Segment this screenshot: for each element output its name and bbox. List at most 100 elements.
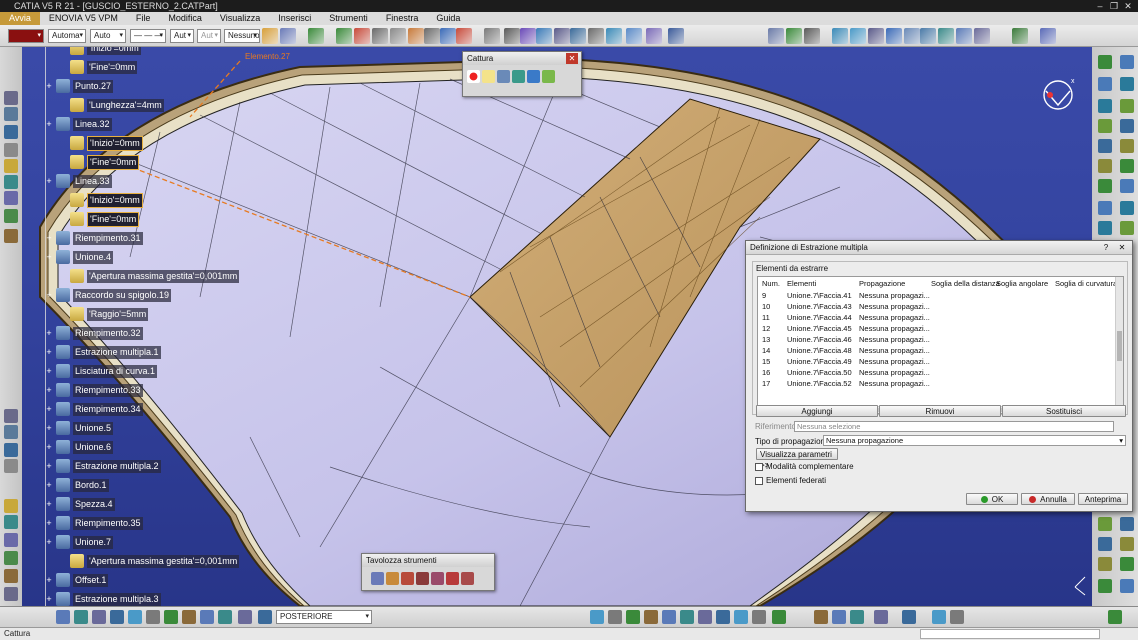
col-soglia-angolare[interactable]: Soglia angolare xyxy=(996,279,1048,288)
tree-node[interactable]: Riempimento.34 xyxy=(56,401,143,417)
left-tool-3-icon[interactable] xyxy=(4,125,18,139)
tool-palette[interactable]: Tavolozza strumenti xyxy=(361,553,495,591)
bottom-tool-14-icon[interactable] xyxy=(608,610,622,624)
col-num[interactable]: Num. xyxy=(762,279,780,288)
bottom-tool-18-icon[interactable] xyxy=(680,610,694,624)
tree-expand-icon[interactable]: + xyxy=(45,367,53,376)
toolbar-tool-3-icon[interactable] xyxy=(308,28,324,44)
bottom-tool-19-icon[interactable] xyxy=(698,610,712,624)
bottom-tool-9-icon[interactable] xyxy=(200,610,214,624)
left-tool-8-icon[interactable] xyxy=(4,209,18,223)
tree-node[interactable]: Raccordo su spigolo.19 xyxy=(56,287,172,303)
toolbar-tool-23-icon[interactable] xyxy=(768,28,784,44)
album-icon[interactable] xyxy=(512,70,525,83)
bottom-tool-31-icon[interactable] xyxy=(1108,610,1122,624)
options-icon[interactable] xyxy=(527,70,540,83)
minimize-icon[interactable]: – xyxy=(1094,1,1106,11)
tree-node[interactable]: 'Fine'=0mm xyxy=(70,154,140,170)
bottom-tool-7-icon[interactable] xyxy=(164,610,178,624)
view-select[interactable]: POSTERIORE ▾ xyxy=(276,610,372,624)
col-soglia-distanza[interactable]: Soglia della distanza xyxy=(931,279,1000,288)
toolbar-tool-11-icon[interactable] xyxy=(456,28,472,44)
menu-guida[interactable]: Guida xyxy=(427,12,469,25)
tree-node[interactable]: Lisciatura di curva.1 xyxy=(56,363,158,379)
line-type-select[interactable]: Automa ▾ xyxy=(48,29,86,43)
tree-expand-icon[interactable]: + xyxy=(45,291,53,300)
bottom-tool-23-icon[interactable] xyxy=(772,610,786,624)
maximize-icon[interactable]: ❐ xyxy=(1108,1,1120,11)
bottom-tool-13-icon[interactable] xyxy=(590,610,604,624)
table-row[interactable]: 9 Unione.7\Faccia.41 Nessuna propagazi... xyxy=(758,290,1118,301)
toolbar-tool-32-icon[interactable] xyxy=(938,28,954,44)
left-tool-11-icon[interactable] xyxy=(4,425,18,439)
bottom-tool-27-icon[interactable] xyxy=(874,610,888,624)
toolbar-tool-1-icon[interactable] xyxy=(262,28,278,44)
right-tool-24-icon[interactable] xyxy=(1120,557,1134,571)
tree-node[interactable]: 'Apertura massima gestita'=0,001mm xyxy=(70,268,240,284)
tree-node[interactable]: 'Fine'=0mm xyxy=(70,59,138,75)
bottom-tool-1-icon[interactable] xyxy=(56,610,70,624)
tree-node[interactable]: Spezza.4 xyxy=(56,496,115,512)
layer2-select[interactable]: Aut ▾ xyxy=(197,29,221,43)
toolbar-tool-22-icon[interactable] xyxy=(668,28,684,44)
left-tool-6-icon[interactable] xyxy=(4,175,18,189)
tree-node[interactable]: Estrazione multipla.2 xyxy=(56,458,161,474)
toolbar-tool-36-icon[interactable] xyxy=(1040,28,1056,44)
bottom-tool-26-icon[interactable] xyxy=(850,610,864,624)
toolbar-tool-13-icon[interactable] xyxy=(504,28,520,44)
tree-expand-icon[interactable]: + xyxy=(45,405,53,414)
right-tool-3-icon[interactable] xyxy=(1098,77,1112,91)
right-tool-4-icon[interactable] xyxy=(1120,77,1134,91)
bottom-tool-20-icon[interactable] xyxy=(716,610,730,624)
table-row[interactable]: 13 Unione.7\Faccia.46 Nessuna propagazi... xyxy=(758,334,1118,345)
save-capture-icon[interactable] xyxy=(542,70,555,83)
tree-node[interactable]: 'Inizio'=0mm xyxy=(70,47,141,56)
left-tool-16-icon[interactable] xyxy=(4,533,18,547)
bottom-tool-12-icon[interactable] xyxy=(258,610,272,624)
palette-tool-7-icon[interactable] xyxy=(461,572,474,585)
left-tool-17-icon[interactable] xyxy=(4,551,18,565)
capture-close-icon[interactable]: ✕ xyxy=(566,53,578,64)
bottom-tool-8-icon[interactable] xyxy=(182,610,196,624)
toolbar-tool-34-icon[interactable] xyxy=(974,28,990,44)
toolbar-tool-30-icon[interactable] xyxy=(904,28,920,44)
bottom-tool-6-icon[interactable] xyxy=(146,610,160,624)
menu-inserisci[interactable]: Inserisci xyxy=(269,12,320,25)
toolbar-tool-29-icon[interactable] xyxy=(886,28,902,44)
toolbar-tool-15-icon[interactable] xyxy=(536,28,552,44)
bottom-tool-4-icon[interactable] xyxy=(110,610,124,624)
right-tool-10-icon[interactable] xyxy=(1120,139,1134,153)
left-tool-12-icon[interactable] xyxy=(4,443,18,457)
left-tool-19-icon[interactable] xyxy=(4,587,18,601)
bottom-tool-16-icon[interactable] xyxy=(644,610,658,624)
palette-tool-6-icon[interactable] xyxy=(446,572,459,585)
toolbar-tool-16-icon[interactable] xyxy=(554,28,570,44)
bottom-tool-30-icon[interactable] xyxy=(950,610,964,624)
tree-expand-icon[interactable]: + xyxy=(45,348,53,357)
tree-node[interactable]: Unione.6 xyxy=(56,439,114,455)
tree-expand-icon[interactable]: + xyxy=(45,538,53,547)
capture-image-icon[interactable] xyxy=(497,70,510,83)
tree-node[interactable]: 'Fine'=0mm xyxy=(70,211,140,227)
menu-avvia[interactable]: Avvia xyxy=(0,12,40,25)
toolbar-tool-25-icon[interactable] xyxy=(804,28,820,44)
preview-button[interactable]: Anteprima xyxy=(1078,493,1128,505)
toolbar-tool-8-icon[interactable] xyxy=(408,28,424,44)
toolbar-tool-33-icon[interactable] xyxy=(956,28,972,44)
bottom-tool-28-icon[interactable] xyxy=(902,610,916,624)
right-tool-6-icon[interactable] xyxy=(1120,99,1134,113)
toolbar-tool-21-icon[interactable] xyxy=(646,28,662,44)
toolbar-tool-7-icon[interactable] xyxy=(390,28,406,44)
left-tool-7-icon[interactable] xyxy=(4,191,18,205)
left-tool-2-icon[interactable] xyxy=(4,107,18,121)
tree-node[interactable]: Linea.32 xyxy=(56,116,112,132)
right-tool-13-icon[interactable] xyxy=(1098,179,1112,193)
toolbar-tool-19-icon[interactable] xyxy=(606,28,622,44)
toolbar-tool-10-icon[interactable] xyxy=(440,28,456,44)
toolbar-tool-31-icon[interactable] xyxy=(920,28,936,44)
bottom-tool-15-icon[interactable] xyxy=(626,610,640,624)
left-tool-5-icon[interactable] xyxy=(4,159,18,173)
show-parameters-button[interactable]: Visualizza parametri >> xyxy=(756,448,838,470)
toolbar-tool-2-icon[interactable] xyxy=(280,28,296,44)
tree-expand-icon[interactable]: + xyxy=(45,424,53,433)
